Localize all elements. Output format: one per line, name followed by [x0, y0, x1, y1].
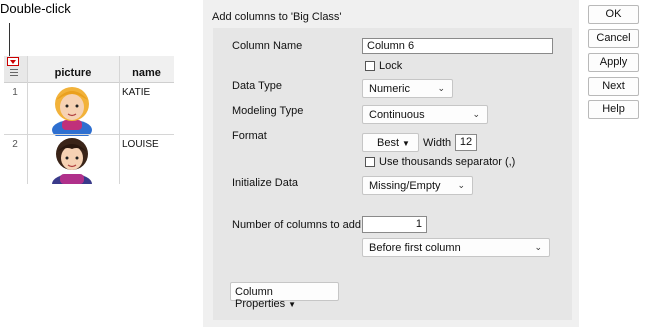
next-button[interactable]: Next	[588, 77, 639, 96]
column-name-input[interactable]: Column 6	[362, 38, 553, 54]
chevron-down-icon: ⌄	[534, 242, 542, 252]
number-of-columns-label: Number of columns to add	[232, 219, 362, 231]
column-position-dropdown[interactable]: Before first column ⌄	[362, 238, 550, 257]
caret-down-icon: ▼	[402, 139, 410, 148]
lock-label: Lock	[379, 60, 403, 72]
chevron-down-icon: ⌄	[437, 83, 445, 93]
data-type-dropdown[interactable]: Numeric ⌄	[362, 79, 453, 98]
data-type-label: Data Type	[232, 80, 282, 92]
initialize-data-value: Missing/Empty	[369, 180, 441, 192]
lock-checkbox[interactable]	[365, 61, 375, 71]
column-divider	[27, 56, 28, 184]
format-label: Format	[232, 130, 267, 142]
width-label: Width	[423, 137, 452, 149]
initialize-data-label: Initialize Data	[232, 177, 299, 189]
name-cell[interactable]: KATIE	[122, 87, 150, 98]
apply-button[interactable]: Apply	[588, 53, 639, 72]
column-properties-label: Column Properties	[235, 286, 286, 310]
data-table: picture name 1 KATIE 2 LOUISE	[4, 56, 174, 184]
double-click-callout: Double-click	[0, 1, 71, 16]
row-divider	[4, 134, 174, 135]
column-position-value: Before first column	[369, 242, 461, 254]
chevron-down-icon: ⌄	[472, 109, 480, 119]
table-corner-button[interactable]	[4, 56, 28, 82]
dialog-title: Add columns to 'Big Class'	[212, 11, 342, 23]
format-value: Best	[377, 137, 400, 149]
number-of-columns-input[interactable]: 1	[362, 216, 427, 233]
help-button[interactable]: Help	[588, 100, 639, 119]
girl-blonde-avatar-icon	[48, 84, 96, 140]
caret-down-icon: ▼	[288, 300, 297, 309]
column-header-name[interactable]: name	[119, 67, 174, 79]
ok-button[interactable]: OK	[588, 5, 639, 24]
thousands-separator-label: Use thousands separator (,)	[379, 156, 516, 168]
row-number: 2	[12, 139, 18, 150]
red-triangle-menu-icon[interactable]	[7, 57, 19, 66]
cancel-button[interactable]: Cancel	[588, 29, 639, 48]
row-number: 1	[12, 87, 18, 98]
callout-line	[9, 23, 10, 56]
initialize-data-dropdown[interactable]: Missing/Empty ⌄	[362, 176, 473, 195]
rows-columns-icon	[10, 69, 18, 78]
name-cell[interactable]: LOUISE	[122, 139, 159, 150]
format-dropdown[interactable]: Best ▼	[362, 133, 419, 152]
chevron-down-icon: ⌄	[457, 180, 465, 190]
column-header-picture[interactable]: picture	[27, 67, 119, 79]
column-properties-button[interactable]: Column Properties ▼	[230, 282, 339, 310]
modeling-type-label: Modeling Type	[232, 105, 304, 117]
column-name-label: Column Name	[232, 40, 303, 52]
girl-dark-hair-avatar-icon	[48, 136, 96, 184]
modeling-type-dropdown[interactable]: Continuous ⌄	[362, 105, 488, 124]
modeling-type-value: Continuous	[369, 109, 425, 121]
thousands-separator-checkbox[interactable]	[365, 157, 375, 167]
width-input[interactable]: 12	[455, 134, 477, 151]
data-type-value: Numeric	[369, 83, 410, 95]
column-divider	[119, 56, 120, 184]
